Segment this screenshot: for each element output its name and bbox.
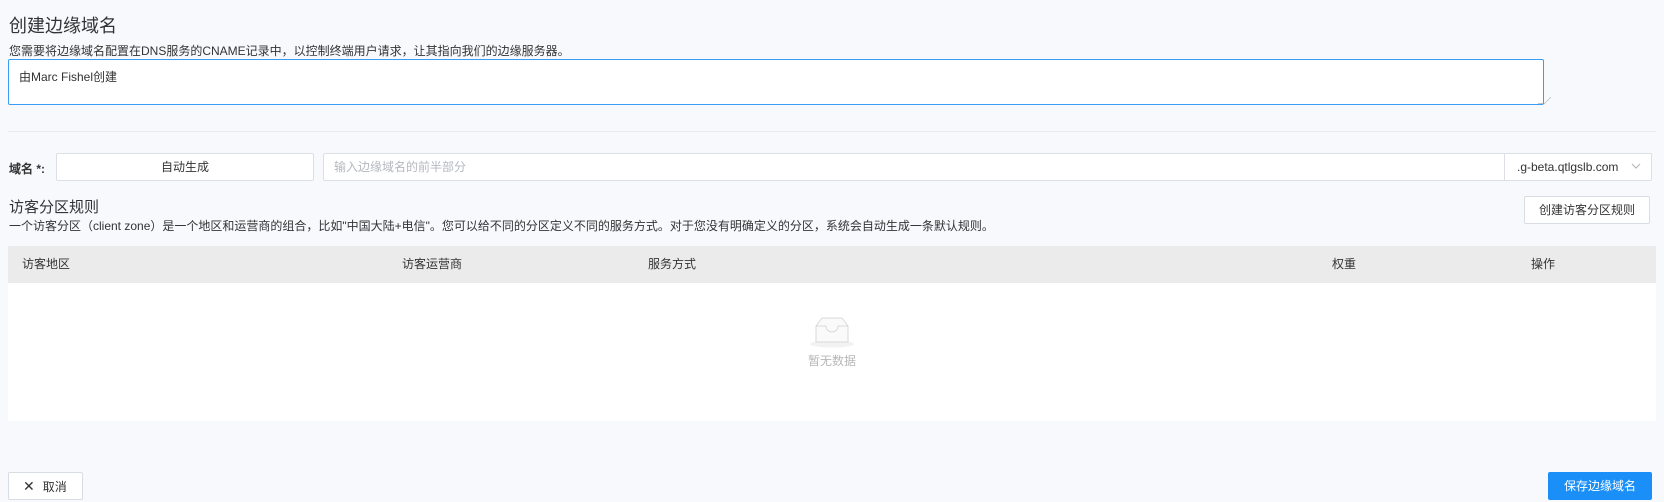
empty-box-icon bbox=[810, 317, 854, 348]
domain-prefix-input[interactable] bbox=[323, 153, 1505, 181]
create-zone-rule-button[interactable]: 创建访客分区规则 bbox=[1524, 196, 1651, 224]
column-header-actions: 操作 bbox=[1531, 257, 1556, 271]
auto-generate-button[interactable]: 自动生成 bbox=[56, 153, 314, 181]
close-icon: ✕ bbox=[23, 478, 35, 494]
empty-state: 暂无数据 bbox=[8, 314, 1656, 369]
note-textarea[interactable]: 由Marc Fishel创建 bbox=[8, 59, 1544, 105]
save-edge-domain-button[interactable]: 保存边缘域名 bbox=[1548, 472, 1652, 500]
column-header-region: 访客地区 bbox=[22, 257, 71, 271]
domain-suffix-value: .g-beta.qtlgslb.com bbox=[1517, 160, 1619, 174]
page-description: 您需要将边缘域名配置在DNS服务的CNAME记录中，以控制终端用户请求，让其指向… bbox=[9, 44, 570, 58]
empty-text: 暂无数据 bbox=[807, 354, 856, 368]
column-header-service-mode: 服务方式 bbox=[648, 257, 697, 271]
cancel-label: 取消 bbox=[42, 480, 67, 494]
page-title: 创建边缘域名 bbox=[9, 16, 117, 36]
domain-label: 域名 *: bbox=[9, 162, 46, 176]
zone-rules-table: 访客地区 访客运营商 服务方式 权重 操作 暂无数据 bbox=[8, 246, 1656, 421]
column-header-isp: 访客运营商 bbox=[402, 257, 463, 271]
zone-rules-title: 访客分区规则 bbox=[9, 199, 100, 216]
zone-rules-description: 一个访客分区（client zone）是一个地区和运营商的组合，比如"中国大陆+… bbox=[9, 219, 994, 233]
domain-suffix-select[interactable]: .g-beta.qtlgslb.com bbox=[1504, 153, 1652, 181]
divider bbox=[8, 131, 1656, 132]
create-edge-domain-page: 创建边缘域名 您需要将边缘域名配置在DNS服务的CNAME记录中，以控制终端用户… bbox=[0, 0, 1664, 502]
cancel-button[interactable]: ✕ 取消 bbox=[8, 472, 83, 500]
table-header: 访客地区 访客运营商 服务方式 权重 操作 bbox=[8, 246, 1656, 283]
chevron-down-icon bbox=[1631, 163, 1641, 169]
column-header-weight: 权重 bbox=[1332, 257, 1357, 271]
